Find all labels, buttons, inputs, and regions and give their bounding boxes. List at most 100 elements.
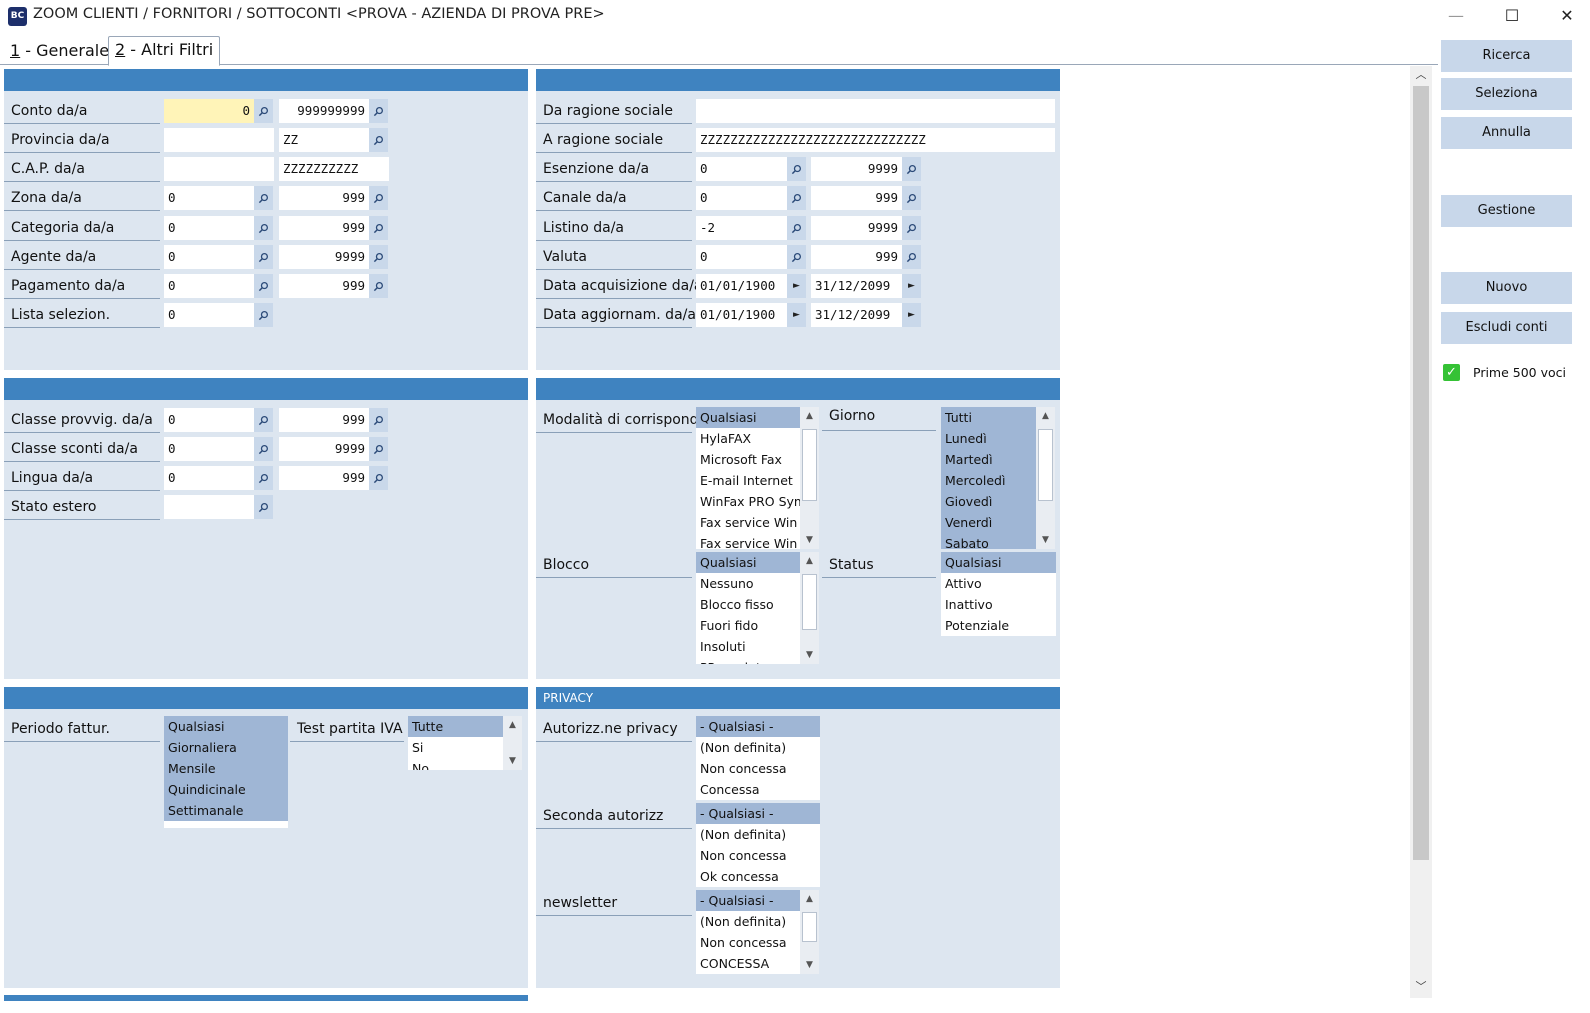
list-item[interactable]: Qualsiasi (941, 552, 1056, 573)
search-button[interactable] (902, 245, 921, 269)
list-item[interactable]: Mensile (164, 758, 288, 779)
list-item[interactable]: Fax service Win X (696, 512, 800, 533)
list-item[interactable]: Attivo (941, 573, 1056, 594)
search-button[interactable] (787, 245, 806, 269)
panel6-seconda-list[interactable]: - Qualsiasi - (Non definita) Non concessa O… (696, 803, 820, 887)
list-item[interactable]: Giovedì (941, 491, 1036, 512)
to-input[interactable]: 31/12/2099 (811, 274, 902, 298)
to-input[interactable]: 9999 (811, 216, 902, 240)
list-item[interactable]: Potenziale (941, 615, 1056, 636)
list-item[interactable]: (Non definita) (696, 911, 800, 932)
list-item[interactable]: Insoluti (696, 636, 800, 657)
list-item[interactable]: Qualsiasi (164, 716, 288, 737)
from-input[interactable]: 0 (164, 274, 254, 298)
from-input[interactable]: 0 (164, 216, 254, 240)
tab-generale[interactable]: 1 - Generale (4, 38, 115, 66)
from-input[interactable]: 0 (164, 303, 254, 327)
from-input[interactable]: 0 (696, 245, 787, 269)
scroll-up-icon[interactable]: ▲ (1036, 407, 1055, 425)
scroll-thumb[interactable] (802, 912, 817, 942)
to-input[interactable]: 999 (811, 245, 902, 269)
scroll-down-icon[interactable]: ﹀ (1410, 978, 1432, 996)
search-button[interactable] (254, 495, 273, 519)
nuovo-button[interactable]: Nuovo (1441, 272, 1572, 304)
scroll-up-icon[interactable]: ▲ (800, 890, 819, 908)
to-input[interactable]: 999 (811, 186, 902, 210)
search-button[interactable] (369, 437, 388, 461)
list-item[interactable]: Non concessa (696, 758, 820, 779)
close-button[interactable]: ✕ (1544, 0, 1590, 32)
list-item[interactable]: (Non definita) (696, 824, 820, 845)
search-button[interactable] (369, 245, 388, 269)
list-item[interactable]: Ok concessa (696, 866, 820, 887)
search-button[interactable] (254, 274, 273, 298)
list-item[interactable]: Lunedì (941, 428, 1036, 449)
list-item[interactable]: WinFax PRO Sym (696, 491, 800, 512)
search-button[interactable] (902, 216, 921, 240)
maximize-button[interactable]: ☐ (1489, 0, 1535, 32)
list-scrollbar[interactable]: ▲ ▼ (800, 890, 819, 974)
list-item[interactable]: Inattivo (941, 594, 1056, 615)
main-scroll-thumb[interactable] (1413, 86, 1429, 860)
list-item[interactable]: E-mail Internet (696, 470, 800, 491)
list-scrollbar[interactable]: ▲ ▼ (800, 407, 819, 549)
date-picker-icon[interactable]: ► (787, 303, 806, 327)
minimize-button[interactable]: — (1433, 0, 1479, 32)
escludi-conti-button[interactable]: Escludi conti (1441, 312, 1572, 344)
search-button[interactable] (369, 186, 388, 210)
search-button[interactable] (254, 437, 273, 461)
list-item[interactable]: Qualsiasi (696, 407, 800, 428)
panel5-periodo-list[interactable]: Qualsiasi Giornaliera Mensile Quindicinale S… (164, 716, 288, 828)
panel4-blocco-list[interactable]: Qualsiasi Nessuno Blocco fisso Fuori fido In… (696, 552, 800, 664)
search-button[interactable] (254, 186, 273, 210)
from-input[interactable]: 0 (164, 186, 254, 210)
to-input[interactable]: ZZ (279, 128, 369, 152)
scroll-down-icon[interactable]: ▼ (1036, 531, 1055, 549)
panel4-status-list[interactable]: Qualsiasi Attivo Inattivo Potenziale (941, 552, 1056, 636)
list-item[interactable]: Nessuno (696, 573, 800, 594)
search-button[interactable] (254, 303, 273, 327)
from-input[interactable]: 0 (164, 99, 254, 123)
search-button[interactable] (787, 186, 806, 210)
search-button[interactable] (254, 99, 273, 123)
scroll-up-icon[interactable]: ︿ (1410, 66, 1432, 84)
scroll-up-icon[interactable]: ▲ (800, 407, 819, 425)
search-button[interactable] (369, 274, 388, 298)
panel4-modalita-list[interactable]: Qualsiasi HylaFAX Microsoft Fax E-mail Inte… (696, 407, 800, 549)
list-item[interactable]: HylaFAX (696, 428, 800, 449)
search-button[interactable] (902, 157, 921, 181)
list-item[interactable]: Venerdì (941, 512, 1036, 533)
list-item[interactable]: CONCESSA (696, 953, 800, 974)
prime-500-checkbox[interactable]: ✓ (1443, 364, 1460, 381)
to-input[interactable]: 9999 (811, 157, 902, 181)
list-item[interactable]: Fax service Win 2 (696, 533, 800, 549)
to-input[interactable]: 999 (279, 274, 369, 298)
tab-altri-filtri[interactable]: 2 - Altri Filtri (108, 36, 221, 66)
list-item[interactable]: Settimanale (164, 800, 288, 821)
ricerca-button[interactable]: Ricerca (1441, 40, 1572, 72)
search-button[interactable] (369, 128, 388, 152)
from-input[interactable]: 0 (164, 408, 254, 432)
scroll-down-icon[interactable]: ▼ (800, 956, 819, 974)
to-input[interactable]: 999 (279, 186, 369, 210)
search-button[interactable] (787, 216, 806, 240)
list-item[interactable]: - Qualsiasi - (696, 716, 820, 737)
seleziona-button[interactable]: Seleziona (1441, 78, 1572, 110)
search-button[interactable] (369, 216, 388, 240)
panel6-newsletter-list[interactable]: - Qualsiasi - (Non definita) Non concessa C… (696, 890, 800, 974)
search-button[interactable] (254, 245, 273, 269)
from-input[interactable]: 01/01/1900 (696, 274, 787, 298)
list-item[interactable]: - Qualsiasi - (696, 803, 820, 824)
from-input[interactable]: 01/01/1900 (696, 303, 787, 327)
scroll-down-icon[interactable]: ▼ (800, 646, 819, 664)
from-input[interactable] (164, 495, 254, 519)
ragione-to-input[interactable]: ZZZZZZZZZZZZZZZZZZZZZZZZZZZZZZ (696, 128, 1055, 152)
scroll-up-icon[interactable]: ▲ (503, 716, 522, 734)
to-input[interactable]: 999 (279, 408, 369, 432)
to-input[interactable]: 31/12/2099 (811, 303, 902, 327)
list-scrollbar[interactable]: ▲ ▼ (800, 552, 819, 664)
annulla-button[interactable]: Annulla (1441, 117, 1572, 149)
search-button[interactable] (254, 216, 273, 240)
list-item[interactable]: Quindicinale (164, 779, 288, 800)
list-item[interactable]: No (408, 758, 503, 770)
